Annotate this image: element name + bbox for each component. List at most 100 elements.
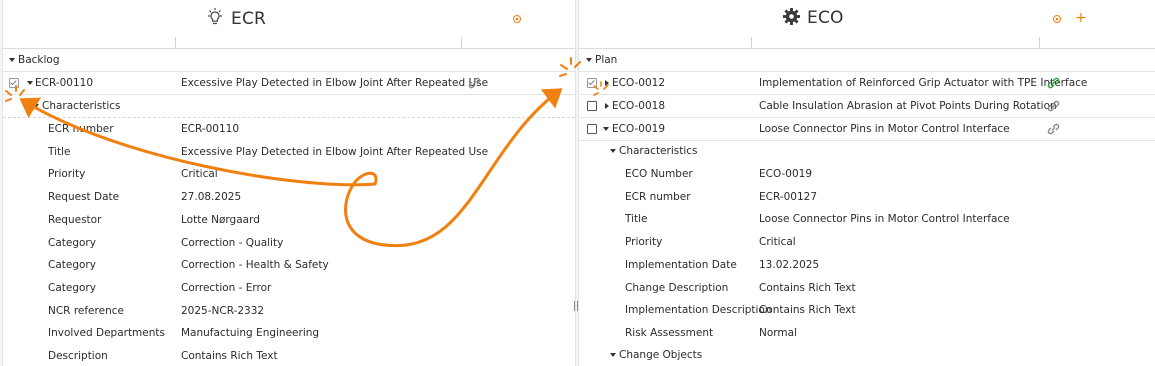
gear-icon xyxy=(782,7,801,29)
field-value: Loose Connector Pins in Motor Control In… xyxy=(759,213,1010,225)
field-value: Excessive Play Detected in Elbow Joint A… xyxy=(181,146,489,158)
group-label: Plan xyxy=(595,54,618,66)
field-label: Implementation Date xyxy=(625,259,737,271)
lightbulb-icon xyxy=(205,7,225,30)
eco-item-title: Cable Insulation Abrasion at Pivot Point… xyxy=(759,100,1057,112)
field-row: Priority Critical xyxy=(579,231,1155,253)
field-value: Correction - Health & Safety xyxy=(181,259,329,271)
field-label: Risk Assessment xyxy=(625,327,714,339)
field-value: Contains Rich Text xyxy=(759,282,856,294)
field-label: Priority xyxy=(625,236,663,248)
link-icon[interactable] xyxy=(467,76,482,93)
link-icon[interactable] xyxy=(1046,122,1061,139)
field-row: ECR number ECR-00127 xyxy=(579,186,1155,208)
link-icon[interactable] xyxy=(1046,76,1061,93)
characteristics-header[interactable]: Characteristics xyxy=(3,95,575,118)
field-value: Critical xyxy=(181,168,218,180)
column-divider[interactable] xyxy=(461,37,462,48)
chevron-down-icon[interactable] xyxy=(610,149,616,153)
chevron-down-icon[interactable] xyxy=(27,81,33,85)
eco-item-title: Loose Connector Pins in Motor Control In… xyxy=(759,123,1010,135)
eco-item-id[interactable]: ECO-0012 xyxy=(612,77,665,89)
field-value: Contains Rich Text xyxy=(759,304,856,316)
eco-item-id[interactable]: ECO-0018 xyxy=(612,100,665,112)
field-value: Correction - Error xyxy=(181,282,272,294)
field-row: ECR number ECR-00110 xyxy=(3,118,575,140)
field-label: Description xyxy=(48,350,108,362)
field-value: Contains Rich Text xyxy=(181,350,278,362)
field-label: Title xyxy=(48,146,71,158)
row-checkbox[interactable] xyxy=(587,101,597,111)
sparkle-icon[interactable] xyxy=(511,13,523,28)
field-row: Involved Departments Manufactuing Enginee… xyxy=(3,322,575,344)
field-value: 13.02.2025 xyxy=(759,259,820,271)
characteristics-header[interactable]: Characteristics xyxy=(579,140,1155,162)
ecr-panel-header: ECR xyxy=(3,0,575,49)
eco-item-row[interactable]: ECO-0012 Implementation of Reinforced Gri… xyxy=(579,72,1155,95)
eco-item-row[interactable]: ECO-0019 Loose Connector Pins in Motor Co… xyxy=(579,118,1155,141)
chevron-down-icon[interactable] xyxy=(33,104,39,108)
group-label: Backlog xyxy=(18,54,60,66)
group-row-plan[interactable]: Plan xyxy=(579,49,1155,72)
eco-title: ECO xyxy=(782,7,844,29)
field-value: Manufactuing Engineering xyxy=(181,327,320,339)
sparkle-icon[interactable] xyxy=(1051,13,1063,28)
field-row: Category Correction - Health & Safety xyxy=(3,254,575,276)
change-objects-header[interactable]: Change Objects xyxy=(579,344,1155,366)
field-value: 2025-NCR-2332 xyxy=(181,305,265,317)
field-row: Category Correction - Error xyxy=(3,277,575,299)
field-label: Category xyxy=(48,282,96,294)
field-label: Involved Departments xyxy=(48,327,165,339)
field-row: Title Loose Connector Pins in Motor Contr… xyxy=(579,208,1155,230)
section-label: Characteristics xyxy=(619,145,698,157)
field-value: ECO-0019 xyxy=(759,168,813,180)
field-label: Category xyxy=(48,259,96,271)
field-row: Change Description Contains Rich Text xyxy=(579,277,1155,299)
eco-panel-header: ECO + xyxy=(579,0,1155,49)
chevron-down-icon[interactable] xyxy=(610,353,616,357)
field-label: ECR number xyxy=(48,123,114,135)
ecr-item-title: Excessive Play Detected in Elbow Joint A… xyxy=(181,77,489,89)
row-checkbox[interactable] xyxy=(9,78,19,88)
section-label: Change Objects xyxy=(619,349,703,361)
ecr-item-row[interactable]: ECR-00110 Excessive Play Detected in Elb… xyxy=(3,72,575,95)
chevron-right-icon[interactable] xyxy=(605,103,609,109)
field-row: Risk Assessment Normal xyxy=(579,322,1155,344)
field-label: Request Date xyxy=(48,191,120,203)
eco-title-text: ECO xyxy=(807,8,844,28)
field-row: Implementation Description Contains Rich … xyxy=(579,299,1155,321)
eco-item-id[interactable]: ECO-0019 xyxy=(612,123,665,135)
field-value: Normal xyxy=(759,327,797,339)
field-row: Implementation Date 13.02.2025 xyxy=(579,254,1155,276)
field-value: 27.08.2025 xyxy=(181,191,242,203)
chevron-down-icon[interactable] xyxy=(9,58,15,62)
field-row: Requestor Lotte Nørgaard xyxy=(3,209,575,231)
field-row: Priority Critical xyxy=(3,163,575,185)
field-label: ECO Number xyxy=(625,168,693,180)
group-row-backlog[interactable]: Backlog xyxy=(3,49,575,72)
field-label: NCR reference xyxy=(48,305,124,317)
ecr-title-text: ECR xyxy=(231,8,267,29)
add-button[interactable]: + xyxy=(1075,10,1087,26)
field-row: Category Correction - Quality xyxy=(3,232,575,254)
field-row: Request Date 27.08.2025 xyxy=(3,186,575,208)
field-row: ECO Number ECO-0019 xyxy=(579,163,1155,185)
field-row: NCR reference 2025-NCR-2332 xyxy=(3,300,575,322)
section-label: Characteristics xyxy=(42,100,121,112)
ecr-item-id[interactable]: ECR-00110 xyxy=(35,77,93,89)
field-label: ECR number xyxy=(625,191,691,203)
link-icon[interactable] xyxy=(1046,99,1061,116)
row-checkbox[interactable] xyxy=(587,78,597,88)
field-label: Implementation Description xyxy=(625,304,772,316)
field-label: Requestor xyxy=(48,214,102,226)
column-divider[interactable] xyxy=(175,37,176,48)
chevron-down-icon[interactable] xyxy=(586,58,592,62)
column-divider[interactable] xyxy=(751,37,752,48)
row-checkbox[interactable] xyxy=(587,124,597,134)
field-label: Title xyxy=(625,213,648,225)
eco-item-row[interactable]: ECO-0018 Cable Insulation Abrasion at Piv… xyxy=(579,95,1155,118)
chevron-right-icon[interactable] xyxy=(605,80,609,86)
field-label: Change Description xyxy=(625,282,729,294)
column-divider[interactable] xyxy=(1039,37,1040,48)
chevron-down-icon[interactable] xyxy=(603,127,609,131)
